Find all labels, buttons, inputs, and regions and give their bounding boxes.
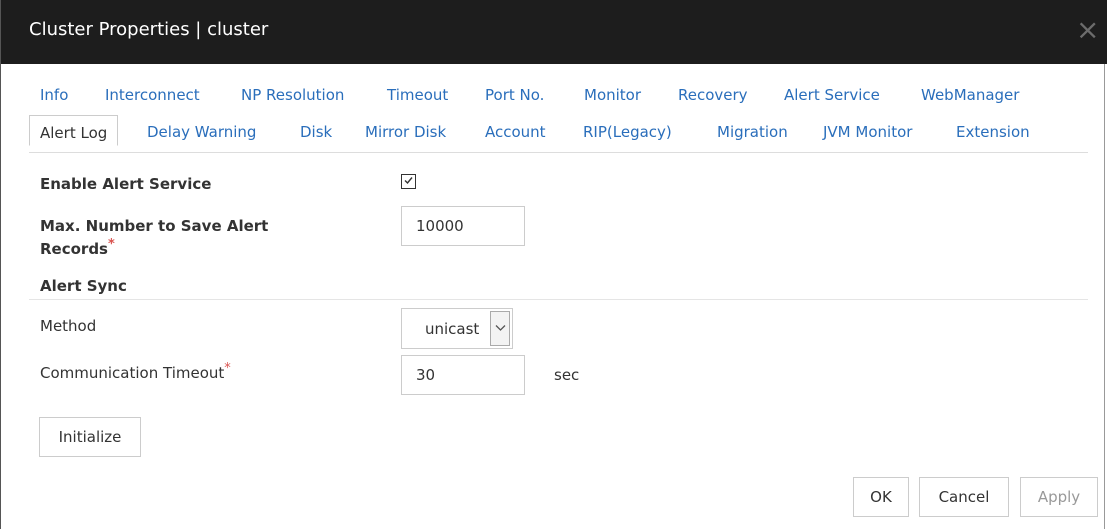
required-marker: * — [107, 237, 115, 252]
max-records-input[interactable]: 10000 — [401, 206, 525, 246]
tab-account[interactable]: Account — [485, 123, 546, 141]
tab-divider — [29, 152, 1088, 153]
max-records-label-line1: Max. Number to Save Alert — [40, 217, 269, 235]
enable-alert-service-checkbox[interactable] — [401, 174, 416, 189]
tab-mirror-disk[interactable]: Mirror Disk — [365, 123, 446, 141]
comm-timeout-unit: sec — [554, 366, 580, 384]
chevron-down-icon[interactable] — [490, 311, 510, 346]
cluster-properties-dialog: Cluster Properties | cluster × Info Inte… — [0, 0, 1107, 529]
tab-disk[interactable]: Disk — [300, 123, 332, 141]
required-marker: * — [224, 361, 231, 376]
method-select-value: unicast — [425, 320, 480, 338]
tab-monitor[interactable]: Monitor — [584, 86, 641, 104]
tab-alert-log[interactable]: Alert Log — [29, 115, 119, 146]
enable-alert-service-label: Enable Alert Service — [40, 175, 212, 193]
tab-port-no[interactable]: Port No. — [485, 86, 544, 104]
dialog-title: Cluster Properties | cluster — [29, 19, 269, 40]
check-icon — [404, 177, 413, 185]
comm-timeout-input[interactable]: 30 — [401, 355, 525, 395]
tab-rip-legacy[interactable]: RIP(Legacy) — [583, 123, 672, 141]
cancel-button[interactable]: Cancel — [919, 477, 1009, 517]
apply-button[interactable]: Apply — [1020, 477, 1098, 517]
tab-timeout[interactable]: Timeout — [387, 86, 448, 104]
alert-sync-heading: Alert Sync — [40, 277, 127, 295]
close-icon[interactable]: × — [1076, 14, 1099, 46]
tab-webmanager[interactable]: WebManager — [921, 86, 1019, 104]
method-select[interactable]: unicast — [401, 308, 513, 349]
tab-alert-service[interactable]: Alert Service — [784, 86, 880, 104]
ok-button[interactable]: OK — [853, 477, 909, 517]
tab-migration[interactable]: Migration — [717, 123, 788, 141]
tab-interconnect[interactable]: Interconnect — [105, 86, 200, 104]
max-records-label-line2: Records* — [40, 237, 115, 258]
title-bar: Cluster Properties | cluster × — [1, 0, 1107, 64]
comm-timeout-label: Communication Timeout* — [40, 361, 231, 382]
section-divider — [29, 299, 1088, 300]
tab-info[interactable]: Info — [40, 86, 68, 104]
tab-delay-warning[interactable]: Delay Warning — [147, 123, 256, 141]
tab-recovery[interactable]: Recovery — [678, 86, 748, 104]
tab-np-resolution[interactable]: NP Resolution — [241, 86, 344, 104]
tab-extension[interactable]: Extension — [956, 123, 1030, 141]
method-label: Method — [40, 317, 97, 335]
tab-jvm-monitor[interactable]: JVM Monitor — [823, 123, 912, 141]
initialize-button[interactable]: Initialize — [39, 417, 141, 457]
